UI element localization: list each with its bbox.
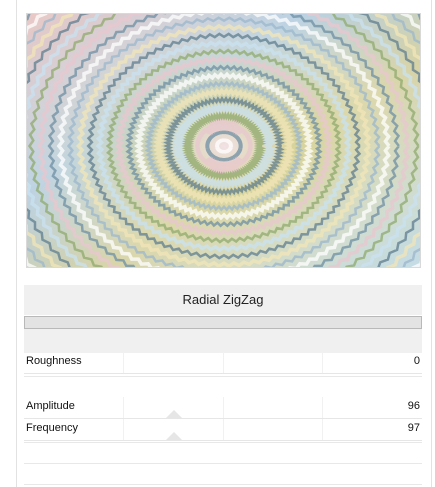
slider-tick <box>123 397 124 419</box>
frequency-track <box>24 440 422 441</box>
slider-tick <box>223 419 224 441</box>
preview-image <box>26 13 421 268</box>
divider <box>24 484 422 485</box>
divider <box>24 376 422 377</box>
panel-spacer <box>24 329 422 353</box>
amplitude-slider[interactable]: Amplitude 96 <box>24 397 422 419</box>
slider-tick <box>123 419 124 441</box>
slider-tick <box>322 397 323 419</box>
progress-bar <box>24 316 422 329</box>
roughness-slider[interactable]: Roughness 0 <box>24 352 422 374</box>
frequency-slider[interactable]: Frequency 97 <box>24 419 422 441</box>
effect-title-panel: Radial ZigZag <box>24 285 422 315</box>
amplitude-label: Amplitude <box>26 400 75 412</box>
frequency-value: 97 <box>407 422 420 434</box>
roughness-value: 0 <box>413 355 420 367</box>
divider <box>24 442 422 443</box>
slider-tick <box>223 397 224 419</box>
frequency-label: Frequency <box>26 422 78 434</box>
effect-title: Radial ZigZag <box>182 292 264 307</box>
slider-tick <box>223 352 224 374</box>
amplitude-value: 96 <box>407 400 420 412</box>
amplitude-slider-thumb[interactable] <box>165 410 183 419</box>
roughness-label: Roughness <box>26 355 82 367</box>
divider <box>24 463 422 464</box>
slider-tick <box>123 352 124 374</box>
slider-tick <box>322 352 323 374</box>
slider-tick <box>322 419 323 441</box>
frequency-slider-thumb[interactable] <box>165 432 183 441</box>
radial-zigzag-preview <box>27 14 420 267</box>
roughness-track <box>24 373 422 374</box>
